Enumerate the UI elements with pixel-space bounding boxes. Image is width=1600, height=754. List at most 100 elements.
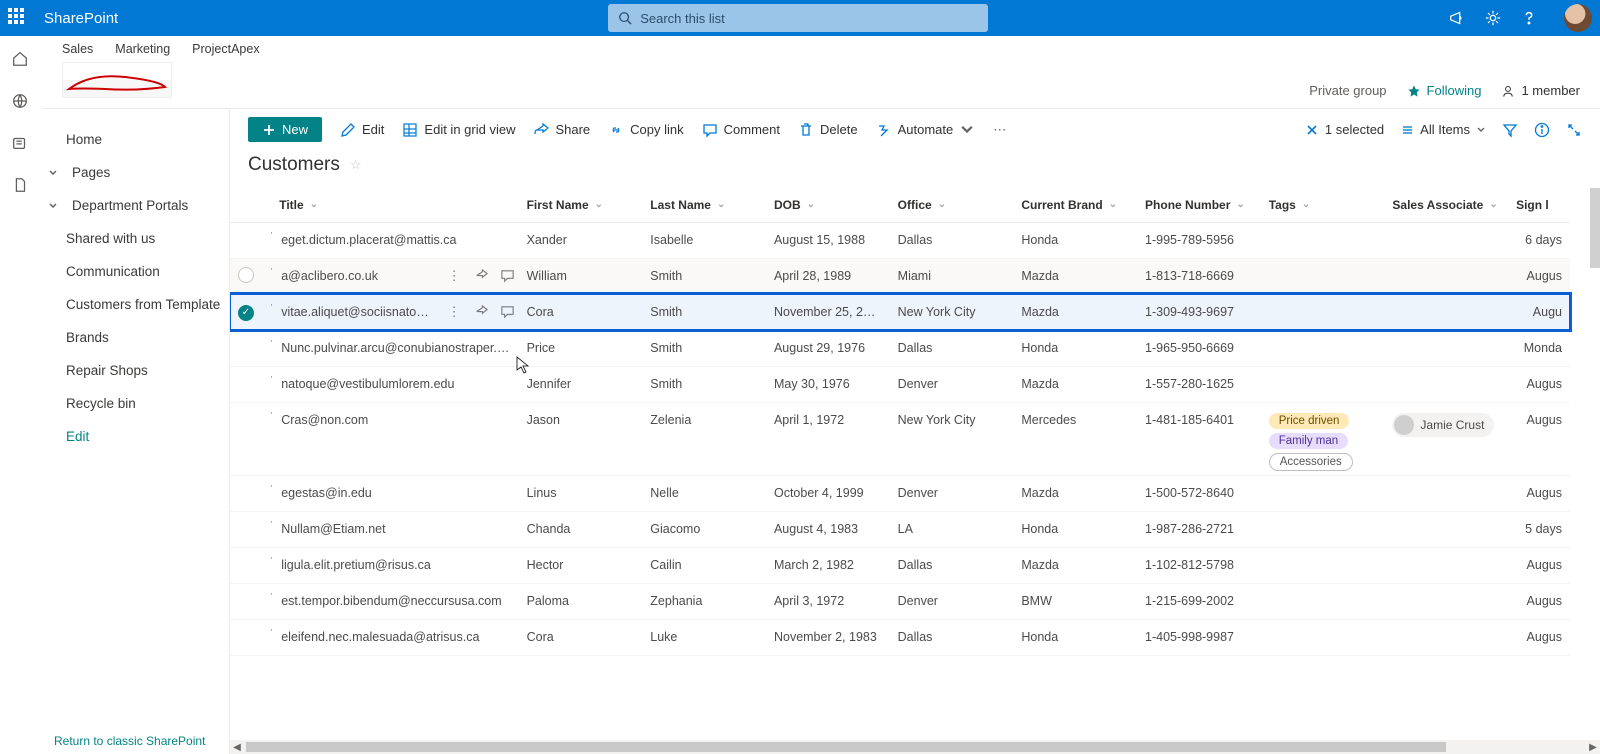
row-title-cell[interactable]: Nunc.pulvinar.arcu@conubianostraper.edu	[271, 330, 518, 366]
scroll-left-icon[interactable]: ◀	[230, 740, 244, 754]
header-sign[interactable]: Sign l	[1508, 188, 1570, 222]
nav-recycle[interactable]: Recycle bin	[42, 387, 229, 420]
gear-icon[interactable]	[1484, 9, 1502, 27]
copylink-button[interactable]: Copy link	[608, 122, 683, 138]
row-title-cell[interactable]: natoque@vestibulumlorem.edu	[271, 366, 518, 402]
info-icon[interactable]	[1534, 122, 1550, 138]
return-classic-link[interactable]: Return to classic SharePoint	[54, 734, 205, 748]
grid-edit-button[interactable]: Edit in grid view	[402, 122, 515, 138]
view-selector[interactable]: All Items	[1400, 122, 1486, 137]
tag-price[interactable]: Price driven	[1269, 413, 1350, 429]
more-button[interactable]: ⋯	[993, 122, 1006, 138]
nav-marketing[interactable]: Marketing	[115, 42, 170, 56]
table-row[interactable]: est.tempor.bibendum@neccursusa.comPaloma…	[230, 583, 1570, 619]
row-title-cell[interactable]: vitae.aliquet@sociisnato…⋮	[271, 294, 518, 330]
row-title-cell[interactable]: eleifend.nec.malesuada@atrisus.ca	[271, 619, 518, 655]
row-select-cell[interactable]	[230, 330, 271, 366]
megaphone-icon[interactable]	[1448, 9, 1466, 27]
table-row[interactable]: Cras@non.comJasonZeleniaApril 1, 1972New…	[230, 402, 1570, 475]
vertical-scrollbar[interactable]	[1590, 188, 1600, 268]
row-select-cell[interactable]	[230, 366, 271, 402]
header-firstname[interactable]: First Name⌄	[519, 188, 643, 222]
row-title-cell[interactable]: Cras@non.com	[271, 402, 518, 475]
new-button[interactable]: New	[248, 117, 322, 142]
header-title[interactable]: Title⌄	[271, 188, 518, 222]
row-title-cell[interactable]: eget.dictum.placerat@mattis.ca	[271, 222, 518, 258]
header-select[interactable]	[230, 188, 271, 222]
row-select-cell[interactable]	[230, 475, 271, 511]
row-share-icon[interactable]	[473, 304, 488, 319]
favorite-star-icon[interactable]: ☆	[350, 157, 362, 173]
files-icon[interactable]	[11, 176, 31, 196]
header-phone[interactable]: Phone Number⌄	[1137, 188, 1261, 222]
row-select-cell[interactable]	[230, 222, 271, 258]
row-title-cell[interactable]: Nullam@Etiam.net	[271, 511, 518, 547]
user-avatar[interactable]	[1564, 4, 1592, 32]
table-row[interactable]: ligula.elit.pretium@risus.caHectorCailin…	[230, 547, 1570, 583]
header-dob[interactable]: DOB⌄	[766, 188, 890, 222]
scroll-thumb[interactable]	[246, 742, 1446, 752]
row-select-cell[interactable]	[230, 294, 271, 330]
following-button[interactable]: Following	[1407, 83, 1482, 98]
scroll-right-icon[interactable]: ▶	[1586, 740, 1600, 754]
row-select-checked-icon[interactable]	[238, 305, 254, 321]
table-row[interactable]: eget.dictum.placerat@mattis.caXanderIsab…	[230, 222, 1570, 258]
row-select-cell[interactable]	[230, 402, 271, 475]
table-row[interactable]: eleifend.nec.malesuada@atrisus.caCoraLuk…	[230, 619, 1570, 655]
table-row[interactable]: vitae.aliquet@sociisnato…⋮CoraSmithNovem…	[230, 294, 1570, 330]
header-brand[interactable]: Current Brand⌄	[1013, 188, 1137, 222]
table-row[interactable]: egestas@in.eduLinusNelleOctober 4, 1999D…	[230, 475, 1570, 511]
nav-shared[interactable]: Shared with us	[42, 222, 229, 255]
nav-home[interactable]: Home	[42, 123, 229, 156]
app-launcher-icon[interactable]	[8, 8, 28, 28]
nav-customers[interactable]: Customers from Template	[42, 288, 229, 321]
nav-pages[interactable]: Pages	[42, 156, 229, 189]
row-select-cell[interactable]	[230, 547, 271, 583]
row-more-icon[interactable]: ⋮	[448, 268, 461, 284]
row-title-cell[interactable]: a@aclibero.co.uk⋮	[271, 258, 518, 294]
nav-communication[interactable]: Communication	[42, 255, 229, 288]
home-icon[interactable]	[11, 50, 31, 70]
row-title-cell[interactable]: ligula.elit.pretium@risus.ca	[271, 547, 518, 583]
table-row[interactable]: a@aclibero.co.uk⋮WilliamSmithApril 28, 1…	[230, 258, 1570, 294]
header-lastname[interactable]: Last Name⌄	[642, 188, 766, 222]
tag-accessories[interactable]: Accessories	[1269, 453, 1353, 471]
globe-icon[interactable]	[11, 92, 31, 112]
nav-project[interactable]: ProjectApex	[192, 42, 259, 56]
row-share-icon[interactable]	[473, 268, 488, 283]
row-title-cell[interactable]: egestas@in.edu	[271, 475, 518, 511]
members-button[interactable]: 1 member	[1501, 83, 1580, 98]
row-select-cell[interactable]	[230, 583, 271, 619]
help-icon[interactable]	[1520, 9, 1538, 27]
expand-icon[interactable]	[1566, 122, 1582, 138]
delete-button[interactable]: Delete	[798, 122, 858, 138]
horizontal-scrollbar[interactable]: ◀ ▶	[230, 740, 1600, 754]
table-row[interactable]: Nullam@Etiam.netChandaGiacomoAugust 4, 1…	[230, 511, 1570, 547]
row-select-cell[interactable]	[230, 258, 271, 294]
tag-family[interactable]: Family man	[1269, 433, 1348, 449]
assoc-chip[interactable]: Jamie Crust	[1392, 413, 1494, 437]
nav-brands[interactable]: Brands	[42, 321, 229, 354]
table-row[interactable]: Nunc.pulvinar.arcu@conubianostraper.eduP…	[230, 330, 1570, 366]
search-input[interactable]: Search this list	[608, 4, 988, 32]
site-logo[interactable]	[62, 62, 172, 98]
share-button[interactable]: Share	[533, 122, 590, 138]
selection-count[interactable]: 1 selected	[1305, 122, 1384, 137]
row-select-cell[interactable]	[230, 619, 271, 655]
header-tags[interactable]: Tags⌄	[1261, 188, 1385, 222]
nav-dept[interactable]: Department Portals	[42, 189, 229, 222]
filter-icon[interactable]	[1502, 122, 1518, 138]
comment-button[interactable]: Comment	[702, 122, 780, 138]
product-name[interactable]: SharePoint	[44, 10, 118, 27]
row-select-cell[interactable]	[230, 511, 271, 547]
row-select-circle[interactable]	[238, 267, 254, 283]
row-title-cell[interactable]: est.tempor.bibendum@neccursusa.com	[271, 583, 518, 619]
automate-button[interactable]: Automate	[876, 122, 976, 138]
header-office[interactable]: Office⌄	[890, 188, 1014, 222]
nav-sales[interactable]: Sales	[62, 42, 93, 56]
row-more-icon[interactable]: ⋮	[448, 304, 461, 320]
table-row[interactable]: natoque@vestibulumlorem.eduJenniferSmith…	[230, 366, 1570, 402]
row-comment-icon[interactable]	[500, 268, 515, 283]
nav-repair[interactable]: Repair Shops	[42, 354, 229, 387]
news-icon[interactable]	[11, 134, 31, 154]
